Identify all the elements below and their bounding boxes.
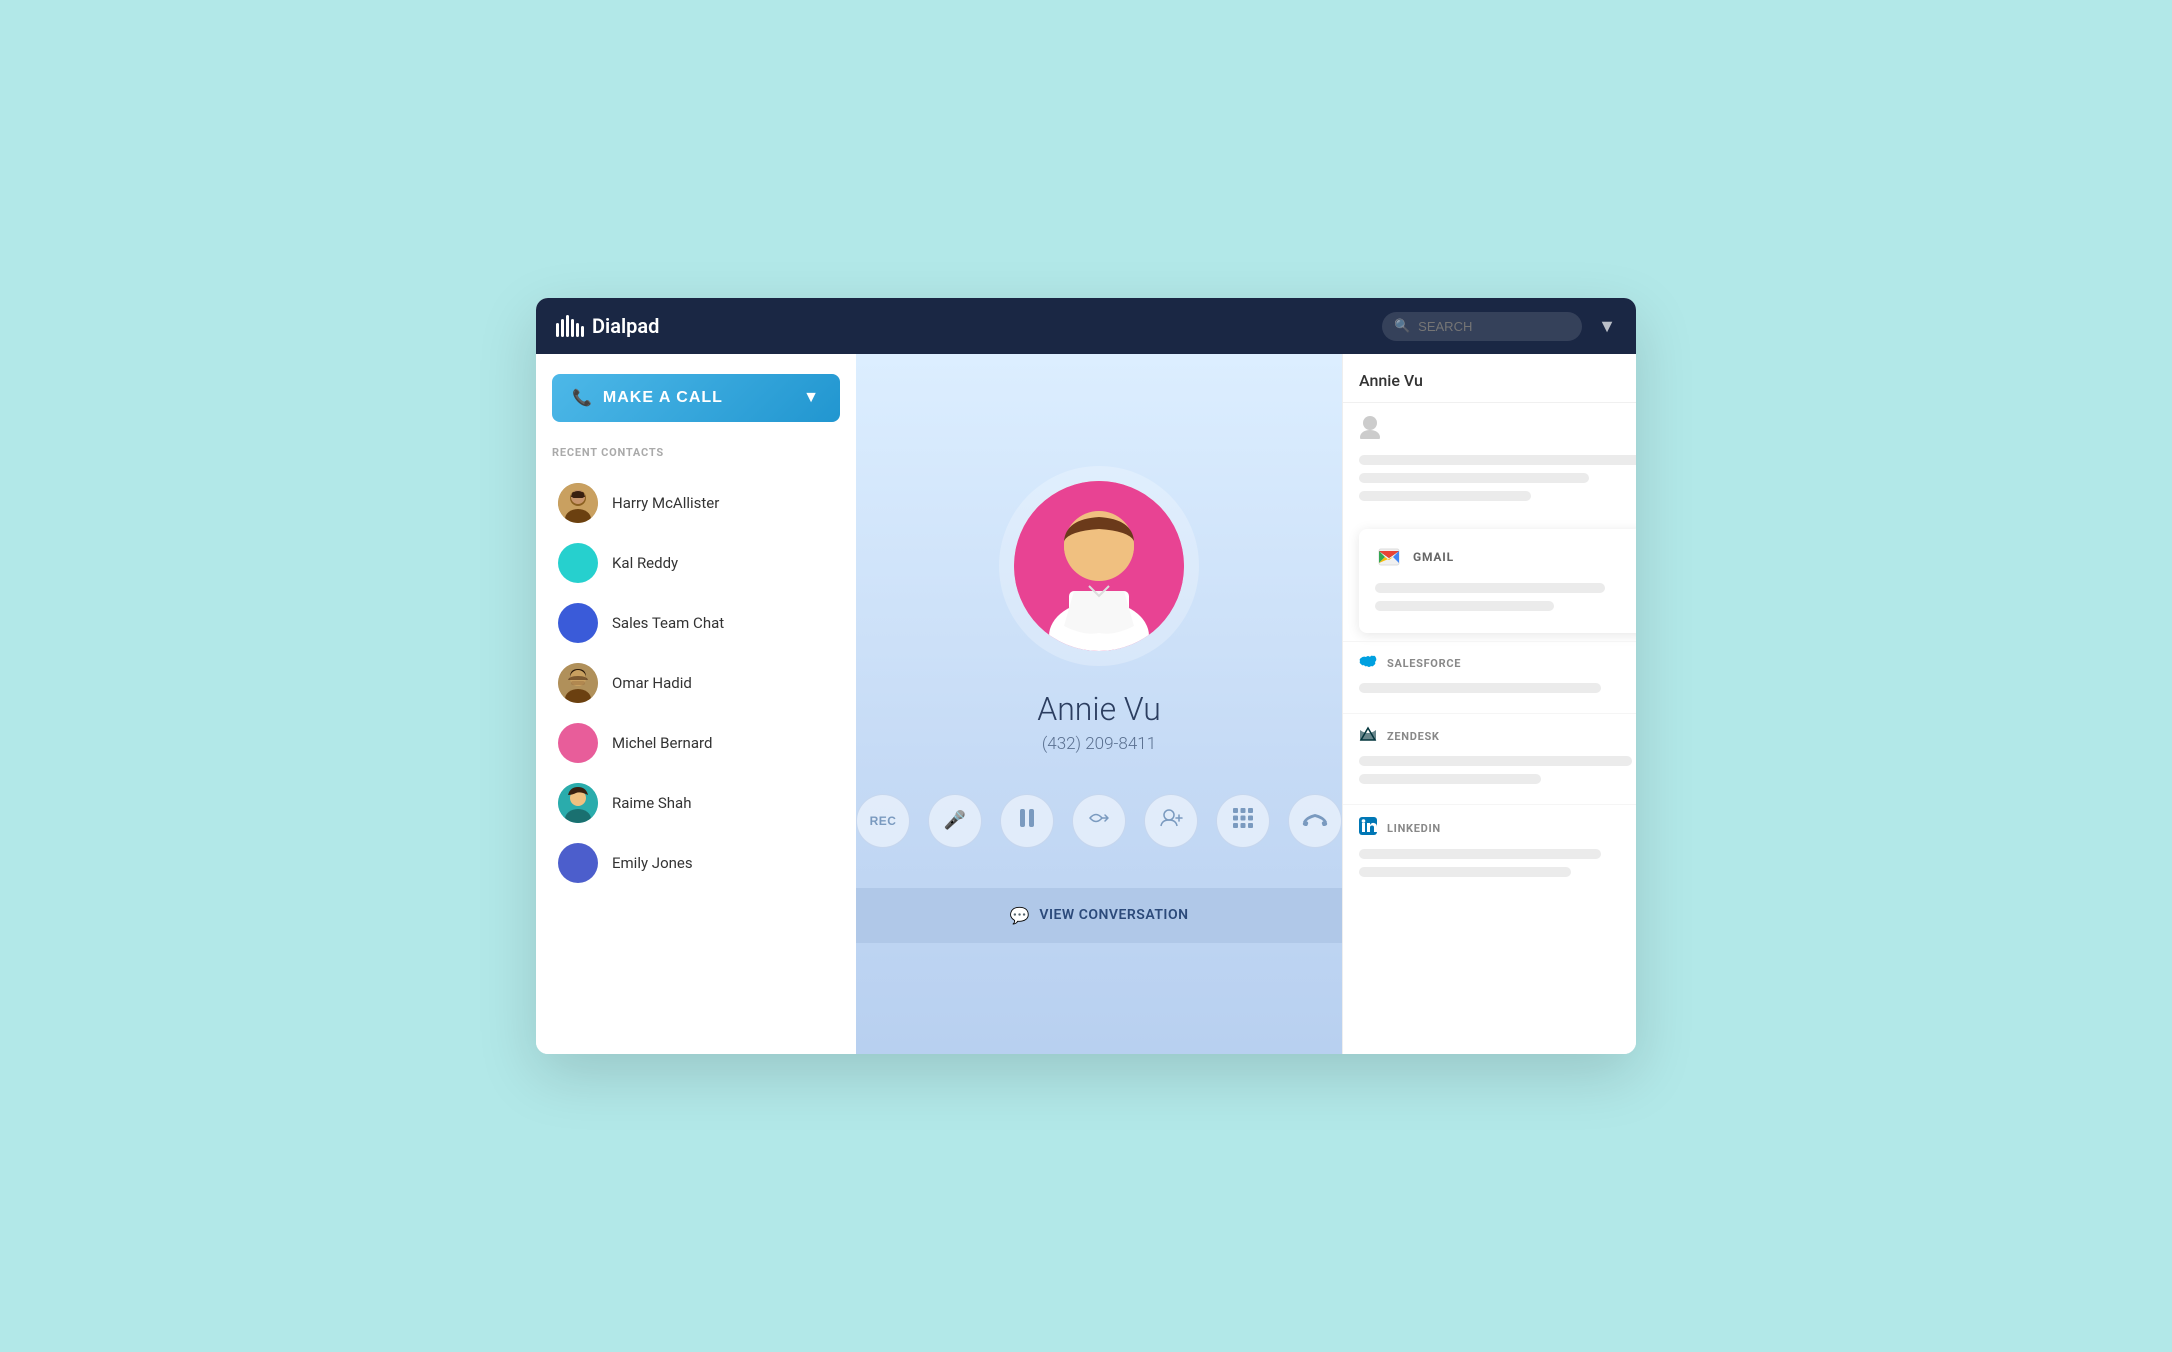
skeleton-line xyxy=(1359,849,1601,859)
search-input[interactable] xyxy=(1382,312,1582,341)
list-item[interactable]: Raime Shah xyxy=(552,773,840,833)
list-item[interactable]: Kal Reddy xyxy=(552,533,840,593)
left-sidebar: 📞 MAKE A CALL ▼ RECENT CONTACTS xyxy=(536,354,856,1054)
contact-name: Harry McAllister xyxy=(612,494,719,512)
contact-name: Raime Shah xyxy=(612,794,691,812)
call-area: Annie Vu (432) 209-8411 REC 🎤 xyxy=(856,354,1342,1054)
person-icon xyxy=(1359,415,1636,445)
contact-name: Michel Bernard xyxy=(612,734,712,752)
gmail-header: GMAIL xyxy=(1375,543,1630,571)
top-nav: Dialpad 🔍 ▼ xyxy=(536,298,1636,354)
avatar-ring-outer xyxy=(999,466,1199,666)
avatar xyxy=(558,603,598,643)
avatar xyxy=(558,663,598,703)
nav-dropdown-icon[interactable]: ▼ xyxy=(1598,316,1616,337)
zendesk-section: ZENDESK xyxy=(1343,713,1636,804)
linkedin-section: LINKEDIN xyxy=(1343,804,1636,897)
list-item[interactable]: Michel Bernard xyxy=(552,713,840,773)
avatar xyxy=(558,543,598,583)
right-panel-header: Annie Vu × xyxy=(1343,354,1636,403)
pause-icon xyxy=(1019,809,1035,832)
skeleton-line xyxy=(1359,756,1632,766)
gmail-integration-card: GMAIL xyxy=(1359,529,1636,633)
salesforce-section: SALESFORCE xyxy=(1343,641,1636,713)
salesforce-logo xyxy=(1359,654,1377,673)
gmail-label: GMAIL xyxy=(1413,550,1454,564)
phone-icon: 📞 xyxy=(572,388,593,408)
zendesk-header: ZENDESK xyxy=(1359,726,1636,746)
keypad-button[interactable] xyxy=(1216,794,1270,848)
call-controls: REC 🎤 xyxy=(856,794,1342,848)
keypad-icon xyxy=(1233,808,1253,833)
mute-button[interactable]: 🎤 xyxy=(928,794,982,848)
add-person-button[interactable] xyxy=(1144,794,1198,848)
transfer-icon xyxy=(1088,809,1110,832)
right-panel: Annie Vu × xyxy=(1342,354,1636,1054)
contact-name: Kal Reddy xyxy=(612,554,678,572)
skeleton-line xyxy=(1359,491,1531,501)
list-item[interactable]: Omar Hadid xyxy=(552,653,840,713)
contact-name: Sales Team Chat xyxy=(612,614,724,632)
logo-area: Dialpad xyxy=(556,314,1382,338)
app-window: Dialpad 🔍 ▼ 📞 MAKE A CALL ▼ RECENT CONTA… xyxy=(536,298,1636,1054)
zendesk-logo xyxy=(1359,726,1377,746)
skeleton-line xyxy=(1359,455,1636,465)
contact-list: Harry McAllister Kal Reddy Sales Team Ch… xyxy=(552,473,840,893)
dialpad-logo-icon xyxy=(556,315,584,337)
list-item[interactable]: Emily Jones xyxy=(552,833,840,893)
avatar xyxy=(558,843,598,883)
view-conversation-bar[interactable]: 💬 VIEW CONVERSATION xyxy=(856,888,1342,943)
contact-name: Emily Jones xyxy=(612,854,693,872)
record-label: REC xyxy=(870,814,897,828)
caller-avatar xyxy=(1014,481,1184,651)
view-conversation-label: VIEW CONVERSATION xyxy=(1039,907,1188,923)
salesforce-label: SALESFORCE xyxy=(1387,657,1461,670)
skeleton-line xyxy=(1359,774,1541,784)
record-button[interactable]: REC xyxy=(856,794,910,848)
caller-phone: (432) 209-8411 xyxy=(1042,734,1156,754)
make-call-button[interactable]: 📞 MAKE A CALL ▼ xyxy=(552,374,840,422)
skeleton-line xyxy=(1359,473,1589,483)
gmail-logo xyxy=(1375,543,1403,571)
skeleton-line xyxy=(1359,683,1601,693)
caller-profile: Annie Vu (432) 209-8411 xyxy=(999,466,1199,754)
skeleton-line xyxy=(1359,867,1571,877)
mic-icon: 🎤 xyxy=(944,810,966,831)
transfer-button[interactable] xyxy=(1072,794,1126,848)
search-container: 🔍 xyxy=(1382,312,1582,341)
skeleton-line xyxy=(1375,601,1554,611)
contact-info-section xyxy=(1343,403,1636,521)
add-person-icon xyxy=(1159,809,1183,832)
recent-contacts-label: RECENT CONTACTS xyxy=(552,446,840,459)
conversation-icon: 💬 xyxy=(1009,906,1029,925)
close-button[interactable]: × xyxy=(1635,370,1636,390)
skeleton-line xyxy=(1375,583,1605,593)
linkedin-label: LINKEDIN xyxy=(1387,822,1441,835)
hangup-button[interactable] xyxy=(1288,794,1342,848)
hold-button[interactable] xyxy=(1000,794,1054,848)
make-call-dropdown-icon: ▼ xyxy=(803,389,820,407)
zendesk-label: ZENDESK xyxy=(1387,730,1440,743)
contact-name: Omar Hadid xyxy=(612,674,692,692)
avatar xyxy=(558,723,598,763)
linkedin-header: LINKEDIN xyxy=(1359,817,1636,839)
make-call-left: 📞 MAKE A CALL xyxy=(572,388,723,408)
right-panel-contact-name: Annie Vu xyxy=(1359,371,1423,390)
list-item[interactable]: Sales Team Chat xyxy=(552,593,840,653)
avatar xyxy=(558,483,598,523)
main-body: 📞 MAKE A CALL ▼ RECENT CONTACTS xyxy=(536,354,1636,1054)
salesforce-header: SALESFORCE xyxy=(1359,654,1636,673)
make-call-label: MAKE A CALL xyxy=(603,389,723,407)
list-item[interactable]: Harry McAllister xyxy=(552,473,840,533)
linkedin-logo xyxy=(1359,817,1377,839)
hangup-icon xyxy=(1302,810,1328,831)
avatar xyxy=(558,783,598,823)
caller-name: Annie Vu xyxy=(1037,690,1161,728)
app-name: Dialpad xyxy=(592,314,659,338)
